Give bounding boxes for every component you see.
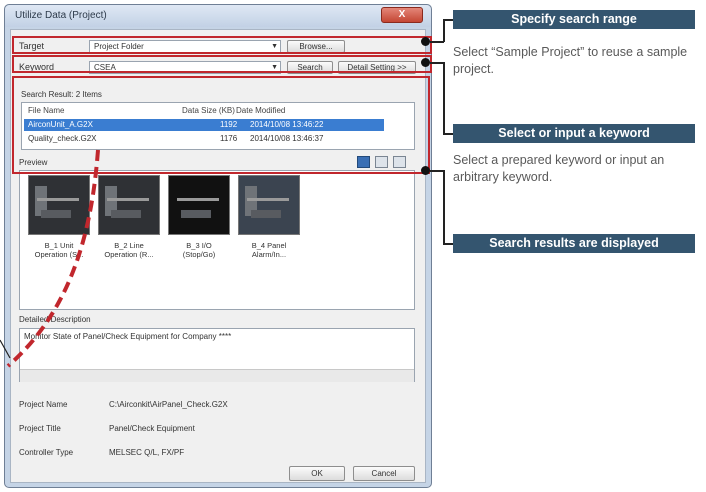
callout-title-keyword: Select or input a keyword bbox=[453, 124, 695, 143]
callout-line bbox=[443, 62, 445, 134]
dashed-arrow-curve bbox=[0, 149, 100, 368]
callout-line bbox=[443, 170, 445, 244]
thumbnail-caption: B_4 Panel bbox=[251, 241, 287, 250]
project-title-label: Project Title bbox=[19, 424, 61, 433]
callout-desc-search-range: Select “Sample Project” to reuse a sampl… bbox=[453, 45, 688, 76]
callout-title-results: Search results are displayed bbox=[453, 234, 695, 253]
cancel-button[interactable]: Cancel bbox=[353, 466, 415, 481]
screen-thumbnail-image bbox=[168, 175, 230, 235]
target-row-highlight bbox=[12, 36, 432, 54]
callout-line bbox=[443, 243, 453, 245]
keyword-row-highlight bbox=[12, 55, 432, 73]
callout-desc-keyword: Select a prepared keyword or input an ar… bbox=[453, 153, 665, 184]
callout-line bbox=[443, 19, 445, 42]
callout-line bbox=[430, 62, 444, 64]
thumbnail-caption: B_3 I/O bbox=[186, 241, 212, 250]
title-bar[interactable]: Utilize Data (Project) X bbox=[5, 5, 431, 27]
callout-line bbox=[430, 41, 444, 43]
controller-type-label: Controller Type bbox=[19, 448, 74, 457]
callout-dot-2 bbox=[421, 58, 430, 67]
callout-dot-3 bbox=[421, 166, 430, 175]
callout-line bbox=[443, 133, 453, 135]
project-name-value: C:\Airconkit\AirPanel_Check.G2X bbox=[109, 400, 228, 409]
thumbnail-caption: (Stop/Go) bbox=[182, 250, 216, 259]
callout-title-search-range: Specify search range bbox=[453, 10, 695, 29]
controller-type-value: MELSEC Q/L, FX/PF bbox=[109, 448, 185, 457]
screen-thumbnail-image bbox=[238, 175, 300, 235]
ok-button[interactable]: OK bbox=[289, 466, 345, 481]
close-button[interactable]: X bbox=[381, 7, 423, 23]
project-name-label: Project Name bbox=[19, 400, 68, 409]
callout-dot-1 bbox=[421, 37, 430, 46]
callout-line bbox=[443, 19, 453, 21]
dialog-title: Utilize Data (Project) bbox=[15, 10, 107, 21]
thumbnail-caption: Alarm/In... bbox=[251, 250, 287, 259]
project-title-value: Panel/Check Equipment bbox=[109, 424, 195, 433]
callout-line bbox=[430, 170, 444, 172]
